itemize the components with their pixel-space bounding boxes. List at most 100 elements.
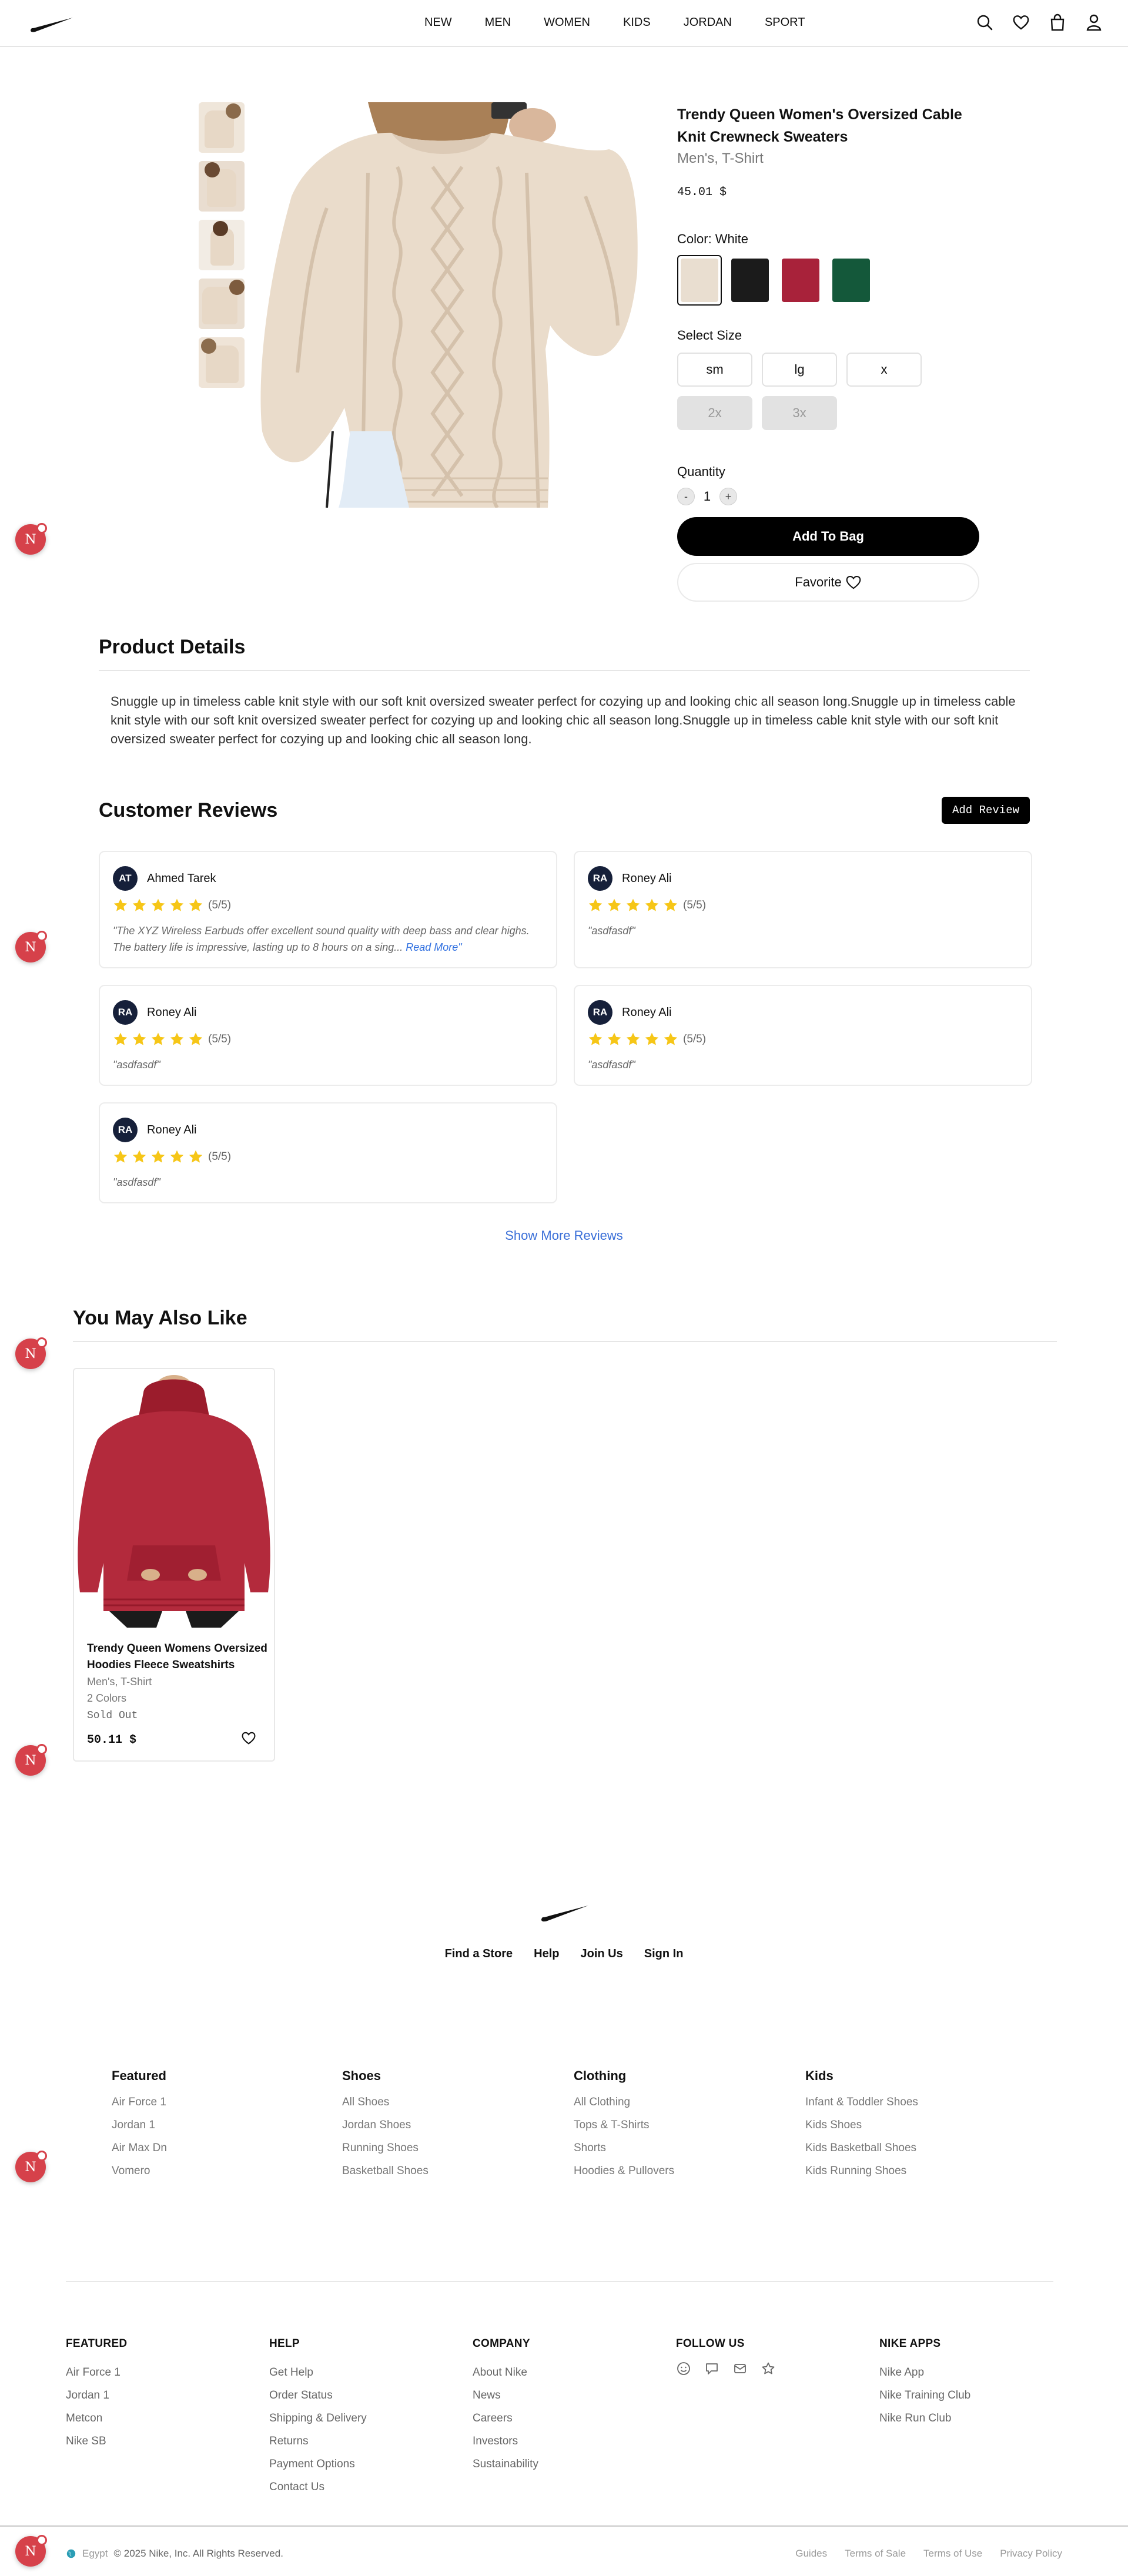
star-rating: (5/5) (588, 898, 706, 913)
footer-column-clothing: Clothing All Clothing Tops & T-Shirts Sh… (574, 2068, 674, 2182)
footer-link[interactable]: All Clothing (574, 2091, 674, 2114)
quantity-increase-button[interactable]: + (719, 488, 737, 505)
floating-badge[interactable]: N (15, 1337, 47, 1369)
footer-link-join-us[interactable]: Join Us (581, 1947, 623, 1961)
footer-link[interactable]: Air Force 1 (112, 2091, 167, 2114)
footer-link[interactable]: Metcon (66, 2407, 127, 2430)
quantity-decrease-button[interactable]: - (677, 488, 695, 505)
nav-sport[interactable]: SPORT (765, 16, 805, 29)
footer-link[interactable]: Nike App (879, 2361, 970, 2384)
footer-link[interactable]: Order Status (269, 2384, 367, 2407)
footer-link[interactable]: Payment Options (269, 2453, 367, 2476)
footer-column-title: Clothing (574, 2068, 627, 2083)
footer-link[interactable]: Kids Shoes (805, 2114, 918, 2136)
footer-link[interactable]: Infant & Toddler Shoes (805, 2091, 918, 2114)
add-to-bag-button[interactable]: Add To Bag (677, 517, 979, 556)
footer-link[interactable]: Jordan 1 (112, 2114, 167, 2136)
floating-badge[interactable]: N (15, 523, 47, 555)
product-card-name[interactable]: Trendy Queen Womens Oversized Hoodies Fl… (87, 1641, 269, 1673)
size-option-x[interactable]: x (846, 353, 922, 387)
footer-link-find-store[interactable]: Find a Store (445, 1947, 513, 1961)
review-text: "asdfasdf" (588, 925, 635, 937)
search-icon[interactable] (975, 12, 994, 33)
product-details-title: Product Details (99, 636, 246, 658)
color-swatch-black[interactable] (728, 255, 772, 306)
footer-link[interactable]: All Shoes (342, 2091, 429, 2114)
size-option-lg[interactable]: lg (762, 353, 837, 387)
size-option-sm[interactable]: sm (677, 353, 752, 387)
footer-link[interactable]: Nike Run Club (879, 2407, 970, 2430)
nav-new[interactable]: NEW (424, 16, 452, 29)
country-selector[interactable]: Egypt (82, 2548, 108, 2560)
reviewer-name: Roney Ali (622, 871, 672, 885)
color-swatch-green[interactable] (829, 255, 873, 306)
footer-link[interactable]: Kids Running Shoes (805, 2159, 918, 2182)
floating-badge[interactable]: N (15, 2535, 47, 2567)
thumbnail-image[interactable] (199, 220, 245, 270)
floating-badge[interactable]: N (15, 1744, 47, 1776)
product-card[interactable]: Trendy Queen Womens Oversized Hoodies Fl… (73, 1368, 275, 1762)
footer-link[interactable]: Get Help (269, 2361, 367, 2384)
legal-link-guides[interactable]: Guides (795, 2548, 827, 2560)
favorite-button[interactable]: Favorite (677, 563, 979, 602)
nav-jordan[interactable]: JORDAN (684, 16, 732, 29)
nav-men[interactable]: MEN (485, 16, 511, 29)
footer-link[interactable]: Basketball Shoes (342, 2159, 429, 2182)
footer-link[interactable]: Nike Training Club (879, 2384, 970, 2407)
footer-link[interactable]: Kids Basketball Shoes (805, 2136, 918, 2159)
read-more-link[interactable]: Read More" (406, 941, 461, 953)
legal-link-terms-of-sale[interactable]: Terms of Sale (845, 2548, 906, 2560)
footer-link[interactable]: Jordan 1 (66, 2384, 127, 2407)
footer-link[interactable]: Sustainability (473, 2453, 538, 2476)
footer-link[interactable]: Nike SB (66, 2430, 127, 2453)
footer-link[interactable]: Shorts (574, 2136, 674, 2159)
footer-column-company: COMPANY About Nike News Careers Investor… (473, 2337, 538, 2476)
reviewer-name: Roney Ali (147, 1005, 197, 1019)
product-card-image (74, 1369, 274, 1628)
footer-link[interactable]: Air Force 1 (66, 2361, 127, 2384)
footer-link[interactable]: News (473, 2384, 538, 2407)
color-swatch-red[interactable] (778, 255, 823, 306)
header-icons (975, 12, 1103, 33)
divider (99, 670, 1030, 671)
footer-link[interactable]: Air Max Dn (112, 2136, 167, 2159)
nav-kids[interactable]: KIDS (623, 16, 651, 29)
floating-badge[interactable]: N (15, 931, 47, 962)
show-more-reviews-link[interactable]: Show More Reviews (0, 1228, 1128, 1243)
star-icon[interactable] (761, 2361, 776, 2376)
footer-link[interactable]: About Nike (473, 2361, 538, 2384)
footer-link[interactable]: Careers (473, 2407, 538, 2430)
nike-logo[interactable] (538, 1900, 591, 1924)
floating-badge[interactable]: N (15, 2151, 47, 2182)
smiley-icon[interactable] (676, 2361, 691, 2376)
heart-icon[interactable] (1012, 12, 1030, 33)
footer-link-sign-in[interactable]: Sign In (644, 1947, 684, 1961)
thumbnail-image[interactable] (199, 337, 245, 388)
footer-link[interactable]: Returns (269, 2430, 367, 2453)
color-swatch-white[interactable] (677, 255, 722, 306)
star-icon (189, 1032, 203, 1045)
heart-icon[interactable] (241, 1731, 256, 1745)
footer-link[interactable]: Running Shoes (342, 2136, 429, 2159)
add-review-button[interactable]: Add Review (942, 797, 1030, 824)
footer-link[interactable]: Jordan Shoes (342, 2114, 429, 2136)
footer-link[interactable]: Investors (473, 2430, 538, 2453)
user-icon[interactable] (1085, 12, 1103, 33)
footer-link[interactable]: Tops & T-Shirts (574, 2114, 674, 2136)
legal-link-terms-of-use[interactable]: Terms of Use (923, 2548, 982, 2560)
mail-icon[interactable] (732, 2361, 748, 2376)
thumbnail-image[interactable] (199, 161, 245, 212)
nav-women[interactable]: WOMEN (544, 16, 590, 29)
footer-link-help[interactable]: Help (534, 1947, 559, 1961)
bag-icon[interactable] (1048, 12, 1067, 33)
footer-link[interactable]: Shipping & Delivery (269, 2407, 367, 2430)
footer-link[interactable]: Hoodies & Pullovers (574, 2159, 674, 2182)
nike-logo[interactable] (28, 13, 75, 34)
chat-icon[interactable] (704, 2361, 719, 2376)
footer-link[interactable]: Vomero (112, 2159, 167, 2182)
legal-link-privacy-policy[interactable]: Privacy Policy (1000, 2548, 1062, 2560)
reviewer-name: Roney Ali (622, 1005, 672, 1019)
thumbnail-image[interactable] (199, 102, 245, 153)
footer-link[interactable]: Contact Us (269, 2476, 367, 2498)
thumbnail-image[interactable] (199, 279, 245, 329)
